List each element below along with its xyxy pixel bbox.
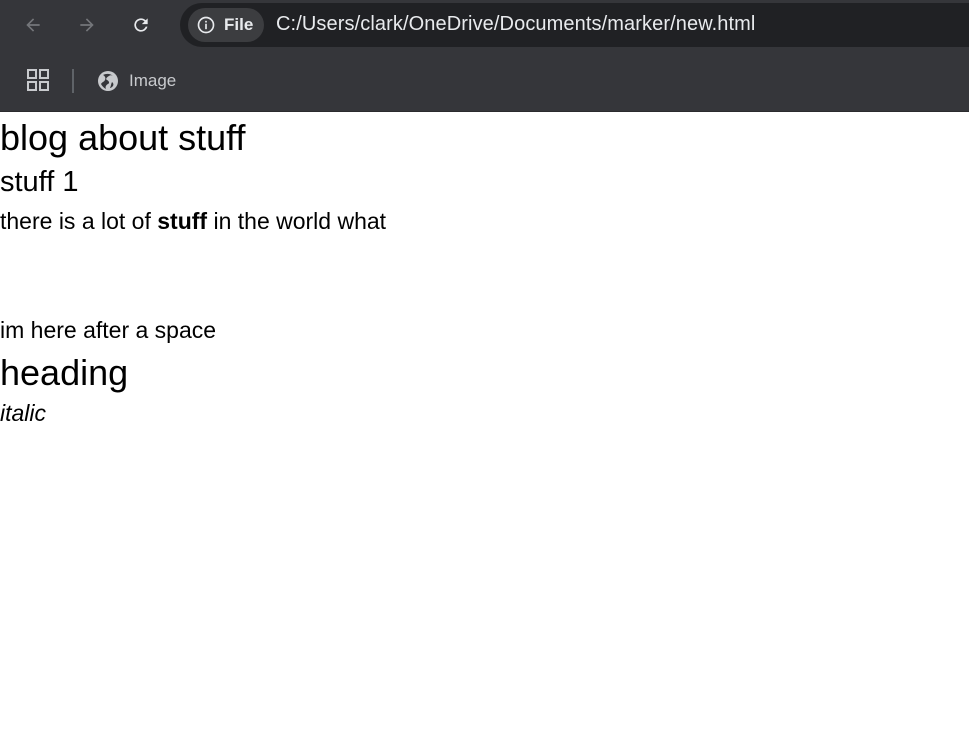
back-button[interactable] — [15, 7, 51, 43]
reload-icon — [134, 18, 148, 32]
paragraph-after-space: im here after a space — [0, 317, 217, 343]
bookmarks-separator — [72, 69, 74, 93]
page-content: blog about stuff stuff 1 there is a lot … — [0, 112, 969, 735]
bold-text: stuff — [157, 208, 208, 234]
bookmarks-bar: Image — [0, 50, 969, 112]
globe-icon — [98, 71, 118, 91]
url-text[interactable]: C:/Users/clark/OneDrive/Documents/marker… — [276, 13, 755, 36]
site-info-chip[interactable]: File — [188, 8, 264, 42]
arrow-left-icon — [26, 18, 40, 32]
arrow-right-icon — [80, 18, 94, 32]
forward-button[interactable] — [69, 7, 105, 43]
bookmark-label: Image — [129, 71, 177, 90]
address-bar[interactable]: File C:/Users/clark/OneDrive/Documents/m… — [180, 3, 969, 47]
site-info-label: File — [224, 15, 254, 34]
paragraph-text-after: in the world what — [207, 208, 387, 234]
apps-button[interactable] — [26, 68, 52, 94]
page-title: blog about stuff — [0, 117, 246, 158]
browser-toolbar: File C:/Users/clark/OneDrive/Documents/m… — [0, 0, 969, 50]
bookmark-image[interactable]: Image — [96, 68, 176, 94]
apps-grid-icon — [27, 69, 49, 91]
reload-button[interactable] — [123, 7, 159, 43]
paragraph-stuff: there is a lot of stuff in the world wha… — [0, 210, 386, 233]
subheading: stuff 1 — [0, 166, 79, 198]
info-circle-icon — [197, 16, 215, 34]
paragraph-text-before: there is a lot of — [0, 208, 158, 234]
italic-text: italic — [0, 400, 47, 426]
heading: heading — [0, 352, 129, 393]
